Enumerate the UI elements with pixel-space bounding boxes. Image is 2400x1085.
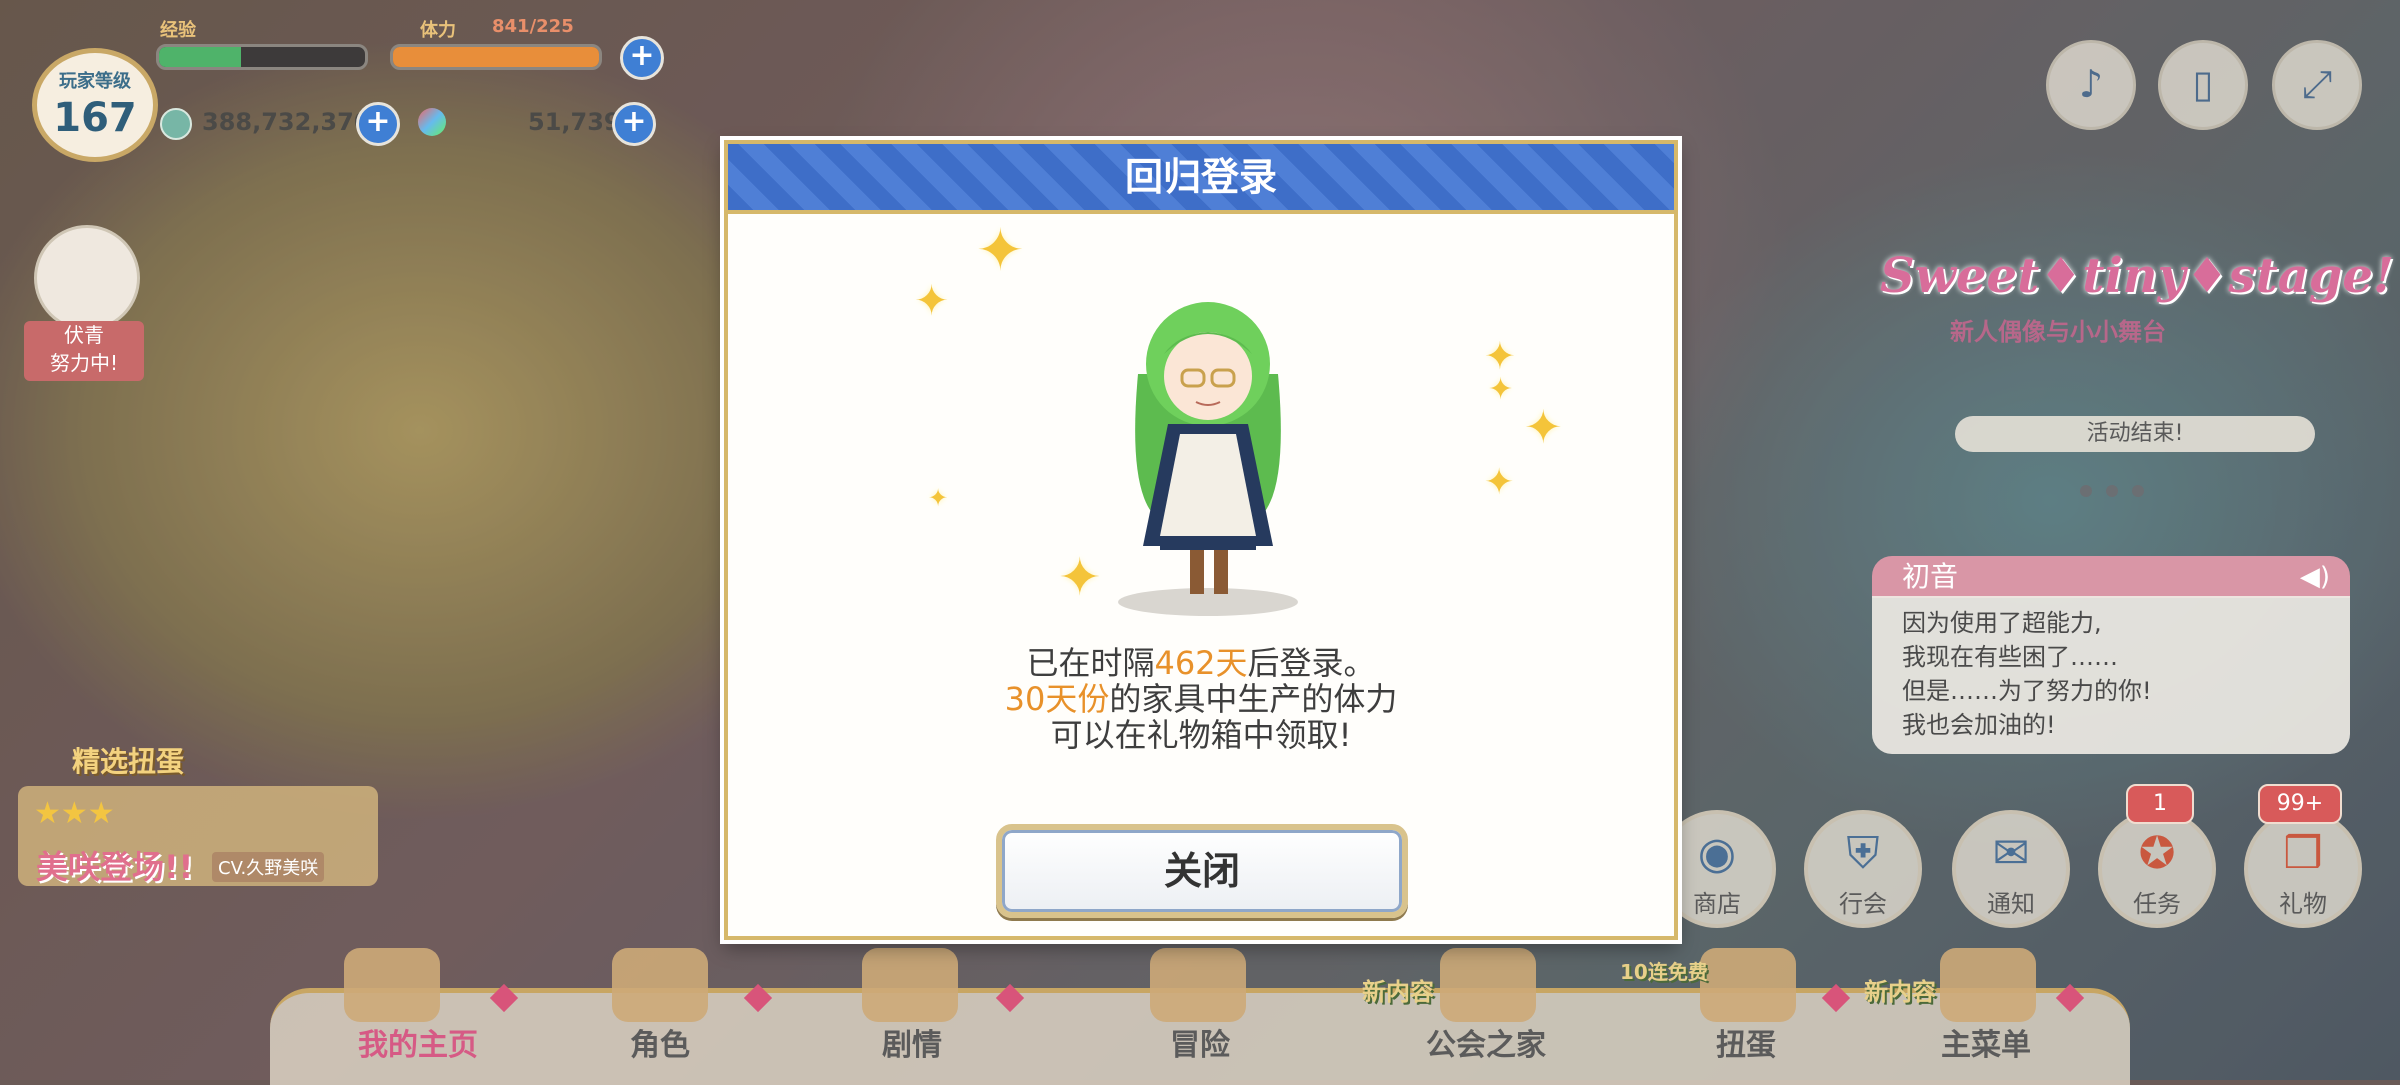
sparkle-icon: ✦ xyxy=(1058,548,1102,608)
character-avatar xyxy=(34,225,140,331)
nav-story[interactable]: 剧情 xyxy=(812,1020,1012,1064)
speaker-name: 初音 xyxy=(1902,560,1959,593)
gift-counter: 99+ xyxy=(2258,784,2342,824)
stamina-label: 体力 xyxy=(420,20,456,41)
gacha-cv: CV.久野美咲 xyxy=(212,852,325,882)
nav-character[interactable]: 角色 xyxy=(560,1020,760,1064)
event-title[interactable]: Sweet♦tiny♦stage! xyxy=(1880,248,2394,304)
chibi-character-image xyxy=(1118,302,1298,616)
character-icon xyxy=(612,948,708,1022)
sparkle-icon: ✦ xyxy=(1524,400,1563,454)
speech-bubble: 因为使用了超能力, 我现在有些困了…… 但是……为了努力的你! 我也会加油的! xyxy=(1872,596,2350,754)
featured-gacha-label: 精选扭蛋 xyxy=(72,745,185,778)
bell-icon[interactable]: ♪ xyxy=(2046,40,2136,130)
voice-icon[interactable]: ◀) xyxy=(2300,556,2330,598)
quest-icon xyxy=(1150,948,1246,1022)
jewel-icon xyxy=(418,108,446,136)
add-mana-button[interactable]: + xyxy=(356,102,400,146)
guild-button[interactable]: ⛨ 行会 xyxy=(1804,810,1922,928)
close-button[interactable]: 关闭 xyxy=(996,824,1408,918)
sparkle-icon: ✦ xyxy=(976,216,1025,284)
speech-line: 因为使用了超能力, xyxy=(1902,609,2102,637)
mana-icon xyxy=(160,108,192,140)
gacha-title: 美咲登场!! xyxy=(36,848,194,886)
level-label: 玩家等级 xyxy=(59,71,131,92)
jewel-value: 51,739 xyxy=(528,108,621,136)
sparkle-icon: ✦ xyxy=(1488,372,1514,407)
stamina-value: 841/225 xyxy=(492,16,574,37)
exp-label: 经验 xyxy=(160,20,196,41)
message-line-3: 可以在礼物箱中领取! xyxy=(1050,716,1352,754)
sparkle-icon: ✦ xyxy=(928,484,949,512)
add-jewel-button[interactable]: + xyxy=(612,102,656,146)
nav-menu[interactable]: 主菜单 xyxy=(1886,1020,2086,1064)
sparkle-icon: ✦ xyxy=(1484,462,1515,503)
home-icon xyxy=(344,948,440,1022)
medal-icon: ✪ xyxy=(2138,828,2176,879)
mana-value: 388,732,370 xyxy=(202,108,371,136)
nav-gacha[interactable]: 扭蛋 xyxy=(1646,1020,1846,1064)
nav-home[interactable]: 我的主页 xyxy=(318,1020,518,1064)
level-value: 167 xyxy=(53,95,137,141)
new-content-tag: 新内容 xyxy=(1864,978,1936,1006)
menu-icon xyxy=(1940,948,2036,1022)
player-level-badge[interactable]: 玩家等级 167 xyxy=(32,48,158,162)
mission-button[interactable]: ✪ 任务 xyxy=(2098,810,2216,928)
shield-icon: ⛨ xyxy=(1846,828,1880,879)
gacha-stars: ★★★ xyxy=(34,796,115,831)
guildhouse-icon xyxy=(1440,948,1536,1022)
book-icon[interactable]: ▯ xyxy=(2158,40,2248,130)
nav-guildhouse[interactable]: 公会之家 xyxy=(1386,1020,1586,1064)
gift-icon: ❒ xyxy=(2283,828,2323,879)
letter-icon: ✉ xyxy=(1992,828,2030,879)
gift-button[interactable]: ❒ 礼物 xyxy=(2244,810,2362,928)
story-icon xyxy=(862,948,958,1022)
exp-bar xyxy=(156,44,368,70)
event-subtitle: 新人偶像与小小舞台 xyxy=(1950,318,2166,346)
shop-icon: ◉ xyxy=(1697,828,1737,879)
side-badge-tag: 伏青 努力中! xyxy=(24,321,144,381)
nav-quest[interactable]: 冒险 xyxy=(1100,1020,1300,1064)
speech-line: 我也会加油的! xyxy=(1902,711,2056,739)
notice-button[interactable]: ✉ 通知 xyxy=(1952,810,2070,928)
mission-counter: 1 xyxy=(2126,784,2194,824)
speech-line: 但是……为了努力的你! xyxy=(1902,677,2152,705)
speech-header: 初音 ◀) xyxy=(1872,556,2350,598)
free-gacha-tag: 10连免费 xyxy=(1620,960,1708,984)
side-character-badge[interactable]: 伏青 努力中! xyxy=(24,225,144,381)
stamina-bar xyxy=(390,44,602,70)
dialog-title: 回归登录 xyxy=(1124,155,1277,199)
speech-line: 我现在有些困了…… xyxy=(1902,643,2118,671)
fullscreen-icon[interactable]: ⤢ xyxy=(2272,40,2362,130)
event-status: 活动结束! xyxy=(1955,416,2315,452)
new-content-tag: 新内容 xyxy=(1362,978,1434,1006)
return-login-dialog: 回归登录 ✦ ✦ ✦ ✦ ✦ ✦ ✦ ✦ 已在时隔462天后登录。 30天份的家… xyxy=(724,140,1678,940)
add-stamina-button[interactable]: + xyxy=(620,36,664,80)
gacha-icon xyxy=(1700,948,1796,1022)
banner-pagination xyxy=(2080,482,2158,501)
sparkle-icon: ✦ xyxy=(914,276,950,325)
